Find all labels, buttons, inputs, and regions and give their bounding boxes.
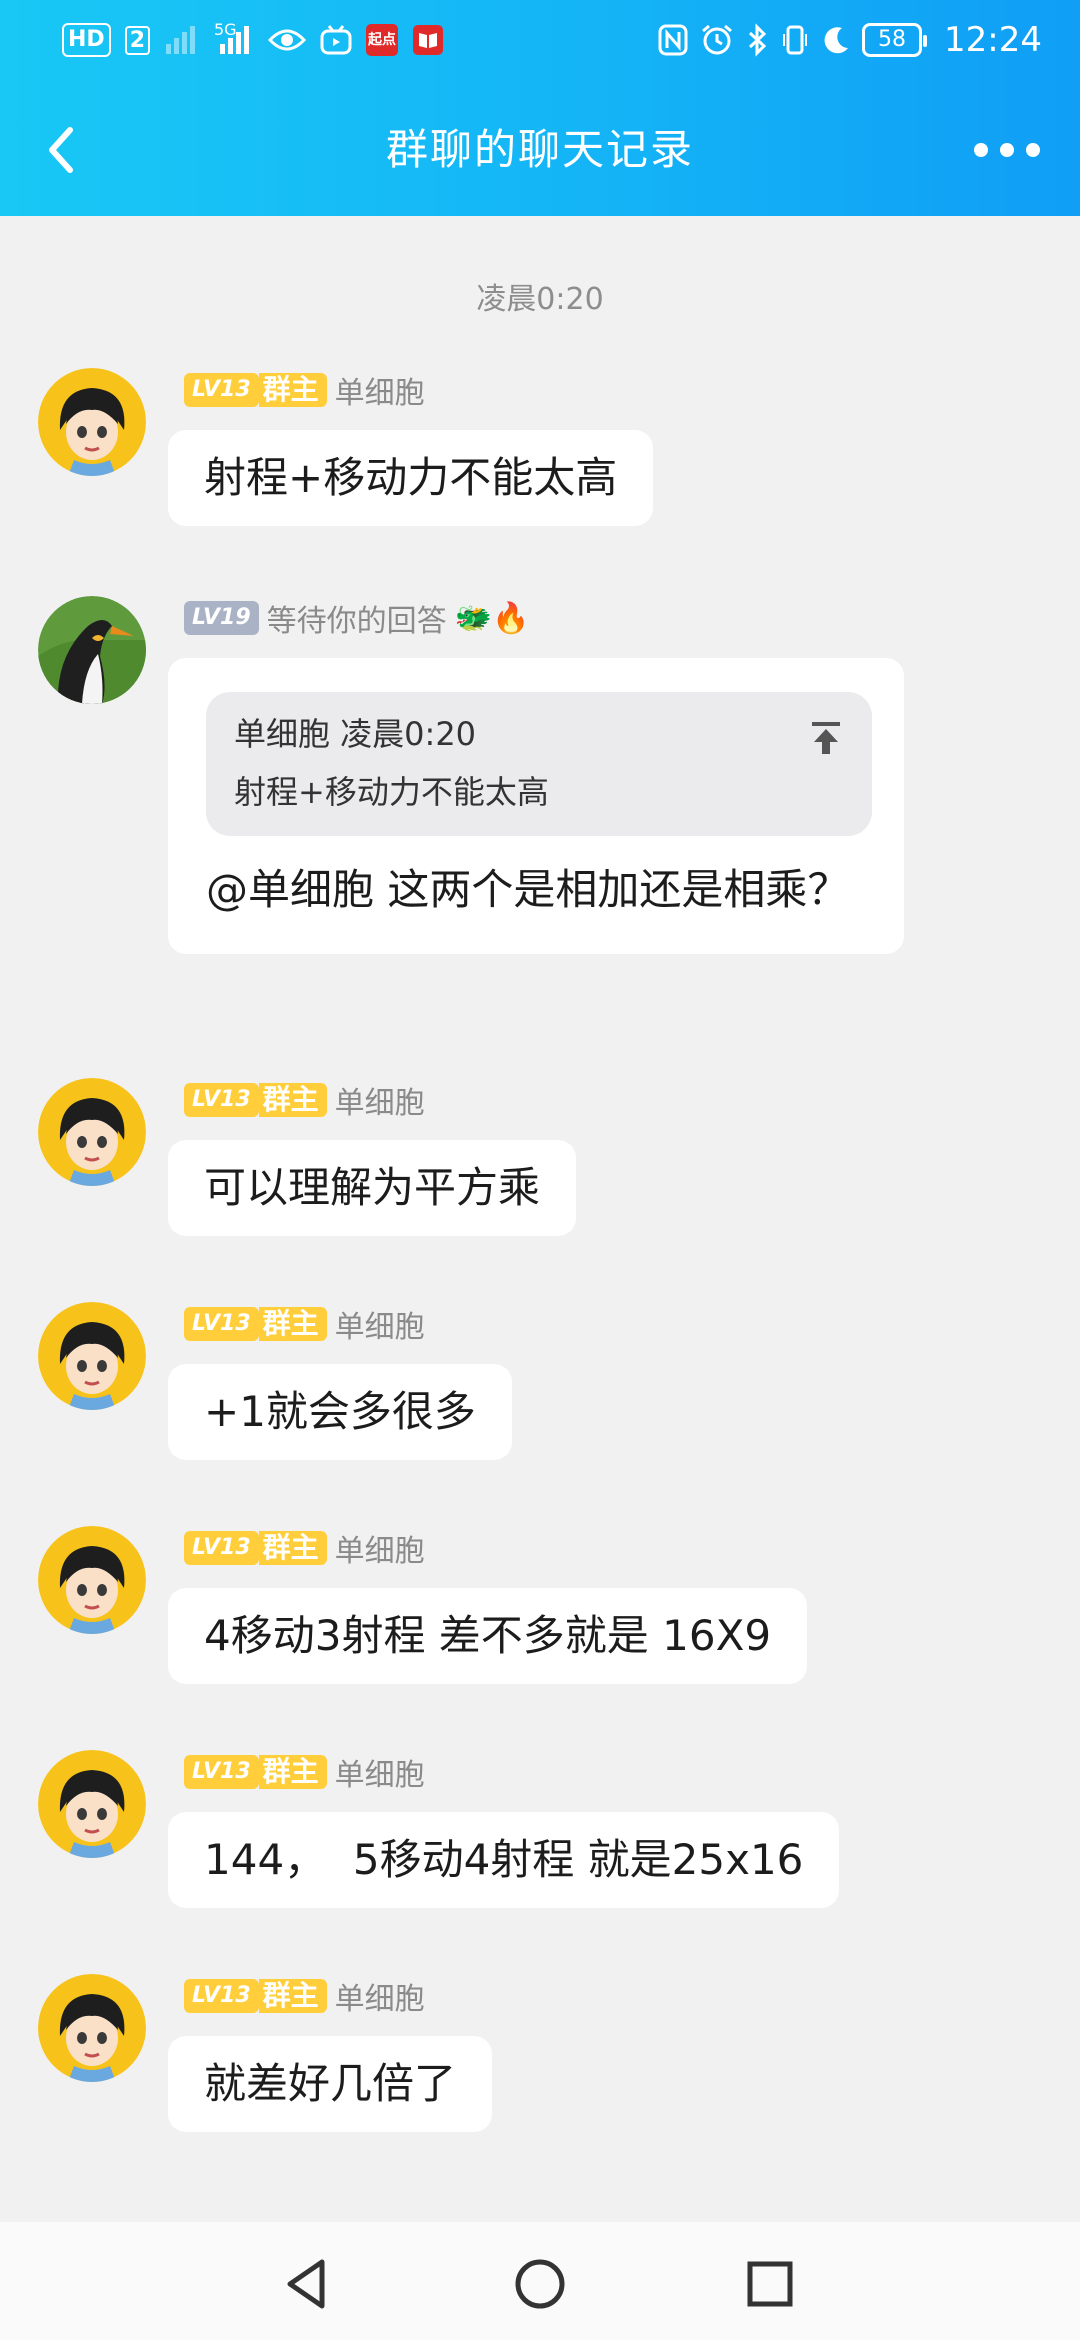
jump-to-top-icon[interactable] [806,718,846,758]
boy-avatar-icon [38,1974,146,2082]
boy-avatar-icon [38,368,146,476]
sim-2-label: 2 [124,25,150,55]
quote-header: 单细胞 凌晨0:20 [234,715,477,753]
sender-meta: LV13 群主 单细胞 [184,1078,425,1122]
page-title: 群聊的聊天记录 [385,125,694,174]
level-badge: LV13 [184,1083,259,1117]
avatar[interactable] [38,1078,146,1186]
vibrate-icon [782,22,808,58]
more-button[interactable] [972,130,1042,170]
level-badge: LV13 [184,373,259,407]
eye-icon [268,22,306,58]
sender-name[interactable]: 单细胞 [335,1750,425,1794]
chat-history: 凌晨0:20 LV13 群主 单细胞 射程+移动力不能太高 LV19 等待你的回… [0,216,1080,2222]
avatar[interactable] [38,1974,146,2082]
top-bar: HD 2 5G 起点 58 12:24 群聊的聊天记录 [0,0,1080,216]
penguin-avatar-icon [38,596,146,704]
role-badge: 群主 [258,1307,327,1341]
bilibili-icon [320,22,352,58]
message-bubble[interactable]: 射程+移动力不能太高 [168,430,654,526]
boy-avatar-icon [38,1302,146,1410]
nfc-icon [658,22,688,58]
level-badge: LV13 [184,1531,259,1565]
status-bar-right: 58 12:24 [658,20,1042,60]
network-label: 5G [214,20,237,39]
sender-meta: LV13 群主 单细胞 [184,1302,425,1346]
status-bar-left: HD 2 5G 起点 [62,20,444,60]
moon-icon [820,22,850,58]
sim-2-icon: 2 [124,22,150,58]
bluetooth-icon [746,22,770,58]
more-dots-icon [974,143,1040,157]
boy-avatar-icon [38,1526,146,1634]
role-badge: 群主 [258,1531,327,1565]
message-bubble[interactable]: 可以理解为平方乘 [168,1140,577,1236]
home-circle-icon[interactable] [508,2252,572,2316]
timestamp: 凌晨0:20 [476,282,604,317]
role-badge: 群主 [258,1979,327,2013]
avatar[interactable] [38,368,146,476]
message-bubble[interactable]: 单细胞 凌晨0:20 射程+移动力不能太高 @单细胞 这两个是相加还是相乘？ [168,658,904,954]
level-badge: LV13 [184,1979,259,2013]
role-badge: 群主 [258,1083,327,1117]
sender-meta: LV13 群主 单细胞 [184,1750,425,1794]
battery-icon: 58 [862,23,928,57]
book-icon [412,22,444,58]
boy-avatar-icon [38,1750,146,1858]
hd-icon: HD [62,23,111,57]
avatar[interactable] [38,1302,146,1410]
qidian-icon: 起点 [366,24,398,56]
header: 群聊的聊天记录 [0,90,1080,210]
quoted-message[interactable]: 单细胞 凌晨0:20 射程+移动力不能太高 [206,692,872,836]
message-bubble[interactable]: 4移动3射程 差不多就是 16X9 [168,1588,808,1684]
level-badge: LV19 [184,601,259,635]
level-badge: LV13 [184,1755,259,1789]
sender-meta: LV19 等待你的回答 🐲🔥 [184,596,530,640]
message-text: @单细胞 这两个是相加还是相乘？ [206,865,850,914]
role-badge: 群主 [258,1755,327,1789]
system-nav-bar [0,2222,1080,2340]
back-triangle-icon[interactable] [276,2252,340,2316]
avatar[interactable] [38,596,146,704]
boy-avatar-icon [38,1078,146,1186]
sender-name[interactable]: 单细胞 [335,368,425,412]
sender-meta: LV13 群主 单细胞 [184,1974,425,2018]
clock: 12:24 [944,20,1042,60]
role-badge: 群主 [258,373,327,407]
quote-text: 射程+移动力不能太高 [234,773,549,811]
signal-5g-icon: 5G [214,20,254,58]
signal-weak-icon [164,22,200,58]
alarm-icon [700,22,734,58]
message-bubble[interactable]: 144， 5移动4射程 就是25x16 [168,1812,840,1908]
sender-meta: LV13 群主 单细胞 [184,1526,425,1570]
level-badge: LV13 [184,1307,259,1341]
sender-name[interactable]: 单细胞 [335,1302,425,1346]
sender-name[interactable]: 单细胞 [335,1974,425,2018]
avatar[interactable] [38,1526,146,1634]
dragon-fire-icon: 🐲🔥 [454,600,530,636]
recents-square-icon[interactable] [738,2252,802,2316]
message-bubble[interactable]: 就差好几倍了 [168,2036,493,2132]
sender-meta: LV13 群主 单细胞 [184,368,425,412]
message-bubble[interactable]: +1就会多很多 [168,1364,512,1460]
sender-name[interactable]: 单细胞 [335,1526,425,1570]
sender-name[interactable]: 单细胞 [335,1078,425,1122]
status-bar: HD 2 5G 起点 58 12:24 [0,0,1080,80]
sender-name[interactable]: 等待你的回答 [267,596,447,640]
avatar[interactable] [38,1750,146,1858]
